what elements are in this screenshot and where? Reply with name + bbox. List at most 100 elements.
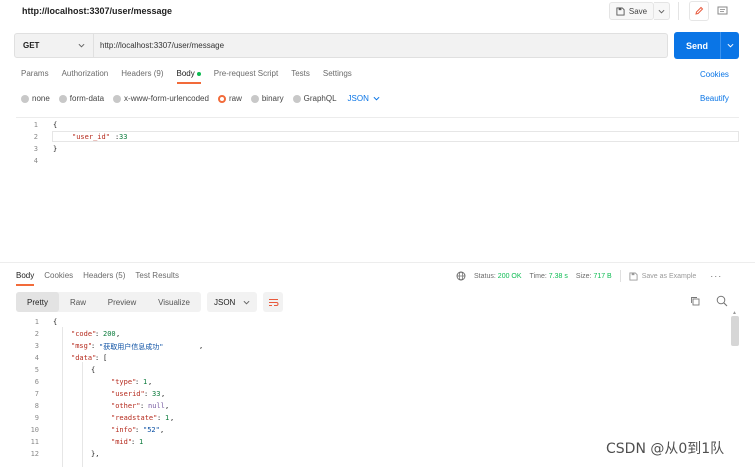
radio-form-data[interactable]: form-data bbox=[58, 94, 105, 103]
beautify-link[interactable]: Beautify bbox=[700, 94, 729, 103]
json-key: "type" bbox=[111, 378, 137, 386]
tab-authorization[interactable]: Authorization bbox=[62, 69, 109, 84]
line-number: 6 bbox=[34, 378, 39, 386]
method-select[interactable]: GET bbox=[14, 33, 94, 58]
view-pretty[interactable]: Pretty bbox=[16, 292, 59, 312]
json-key: "msg" bbox=[71, 342, 93, 350]
scrollbar-thumb[interactable] bbox=[731, 316, 739, 346]
copy-icon[interactable] bbox=[690, 296, 700, 308]
code-token: , bbox=[148, 378, 153, 386]
json-value: 1 bbox=[139, 438, 144, 446]
pane-splitter[interactable] bbox=[0, 262, 755, 263]
tab-response-headers[interactable]: Headers (5) bbox=[83, 271, 125, 286]
save-options-button[interactable] bbox=[654, 2, 670, 20]
tab-body[interactable]: Body bbox=[176, 69, 201, 84]
view-visualize[interactable]: Visualize bbox=[147, 292, 201, 312]
code-token: , bbox=[160, 426, 165, 434]
radio-label: none bbox=[32, 94, 50, 103]
send-button[interactable]: Send bbox=[674, 32, 720, 59]
meta-divider bbox=[619, 270, 621, 282]
tab-tests[interactable]: Tests bbox=[291, 69, 310, 84]
radio-binary[interactable]: binary bbox=[250, 94, 284, 103]
indent-guide bbox=[62, 327, 63, 467]
tab-pre-request-script[interactable]: Pre-request Script bbox=[214, 69, 278, 84]
chevron-down-icon bbox=[243, 300, 250, 305]
radio-label: binary bbox=[261, 94, 284, 103]
line-number: 2 bbox=[33, 133, 38, 141]
comments-button[interactable] bbox=[712, 1, 732, 21]
line-number: 3 bbox=[33, 145, 38, 153]
search-icon[interactable] bbox=[716, 295, 728, 309]
tab-response-cookies[interactable]: Cookies bbox=[44, 271, 73, 286]
comment-icon bbox=[717, 6, 727, 15]
body-format-select[interactable]: JSON bbox=[348, 94, 380, 103]
cookies-link[interactable]: Cookies bbox=[700, 70, 729, 79]
save-icon bbox=[629, 271, 638, 281]
radio-x-www-form-urlencoded[interactable]: x-www-form-urlencoded bbox=[113, 94, 209, 103]
radio-label: raw bbox=[228, 94, 242, 103]
radio-label: GraphQL bbox=[303, 94, 337, 103]
more-options-icon[interactable]: ··· bbox=[710, 271, 722, 281]
line-number: 1 bbox=[34, 318, 39, 326]
view-raw[interactable]: Raw bbox=[59, 292, 97, 312]
chevron-down-icon bbox=[373, 96, 380, 101]
json-key: "mid" bbox=[111, 438, 133, 446]
body-type-options: none form-data x-www-form-urlencoded raw… bbox=[21, 94, 380, 103]
code-token: , bbox=[165, 402, 170, 410]
send-options-button[interactable] bbox=[720, 32, 739, 59]
code-token: , bbox=[170, 414, 175, 422]
tab-test-results[interactable]: Test Results bbox=[135, 271, 179, 286]
radio-circle bbox=[21, 94, 29, 103]
code-token: } bbox=[53, 145, 58, 153]
json-value: 1 bbox=[165, 414, 170, 422]
wrap-lines-icon bbox=[268, 298, 278, 306]
json-value: 33 bbox=[152, 390, 161, 398]
request-body-editor[interactable]: 1 2 3 4 { "user_id" : 33 } bbox=[16, 117, 739, 262]
line-number: 1 bbox=[33, 121, 38, 129]
json-key: "userid" bbox=[111, 390, 145, 398]
json-key: "code" bbox=[71, 330, 97, 338]
tab-params[interactable]: Params bbox=[21, 69, 49, 84]
chevron-down-icon bbox=[78, 43, 85, 48]
json-key: "user_id" bbox=[72, 133, 110, 141]
line-number: 2 bbox=[34, 330, 39, 338]
view-preview[interactable]: Preview bbox=[97, 292, 147, 312]
radio-label: form-data bbox=[69, 94, 105, 103]
url-value: http://localhost:3307/user/message bbox=[100, 41, 225, 50]
time-value[interactable]: 7.38 s bbox=[549, 273, 568, 280]
url-input[interactable]: http://localhost:3307/user/message bbox=[94, 33, 668, 58]
radio-circle bbox=[292, 94, 301, 103]
request-title: http://localhost:3307/user/message bbox=[22, 6, 173, 16]
line-number: 9 bbox=[34, 414, 39, 422]
line-number: 5 bbox=[34, 366, 39, 374]
response-format-value: JSON bbox=[214, 297, 236, 307]
save-as-example-button[interactable]: Save as Example bbox=[629, 271, 697, 281]
watermark: CSDN @从0到1队 bbox=[606, 441, 725, 457]
edit-button[interactable] bbox=[689, 1, 709, 21]
tab-response-body[interactable]: Body bbox=[16, 271, 35, 286]
line-number: 10 bbox=[30, 426, 39, 434]
line-number: 12 bbox=[30, 450, 39, 458]
radio-graphql[interactable]: GraphQL bbox=[292, 94, 337, 103]
globe-icon[interactable] bbox=[456, 271, 466, 281]
json-value: "52" bbox=[143, 426, 160, 434]
save-as-example-label: Save as Example bbox=[641, 272, 697, 280]
wrap-lines-button[interactable] bbox=[263, 292, 283, 312]
size-value[interactable]: 717 B bbox=[593, 273, 611, 280]
status-value[interactable]: 200 OK bbox=[498, 273, 522, 280]
tab-settings[interactable]: Settings bbox=[323, 69, 352, 84]
radio-circle bbox=[58, 94, 67, 103]
tab-headers[interactable]: Headers (9) bbox=[121, 69, 163, 84]
line-number: 11 bbox=[30, 438, 39, 446]
radio-circle bbox=[250, 94, 259, 103]
radio-none[interactable]: none bbox=[21, 94, 50, 103]
radio-label: x-www-form-urlencoded bbox=[124, 94, 209, 103]
code-token: { bbox=[53, 318, 58, 326]
request-tabs: Params Authorization Headers (9) Body Pr… bbox=[21, 69, 365, 84]
code-token: }, bbox=[91, 450, 100, 458]
method-value: GET bbox=[23, 41, 40, 50]
radio-raw[interactable]: raw bbox=[217, 94, 242, 103]
response-format-select[interactable]: JSON bbox=[207, 292, 257, 312]
response-scrollbar[interactable]: ▲ bbox=[731, 310, 739, 462]
save-button[interactable]: Save bbox=[609, 2, 654, 20]
